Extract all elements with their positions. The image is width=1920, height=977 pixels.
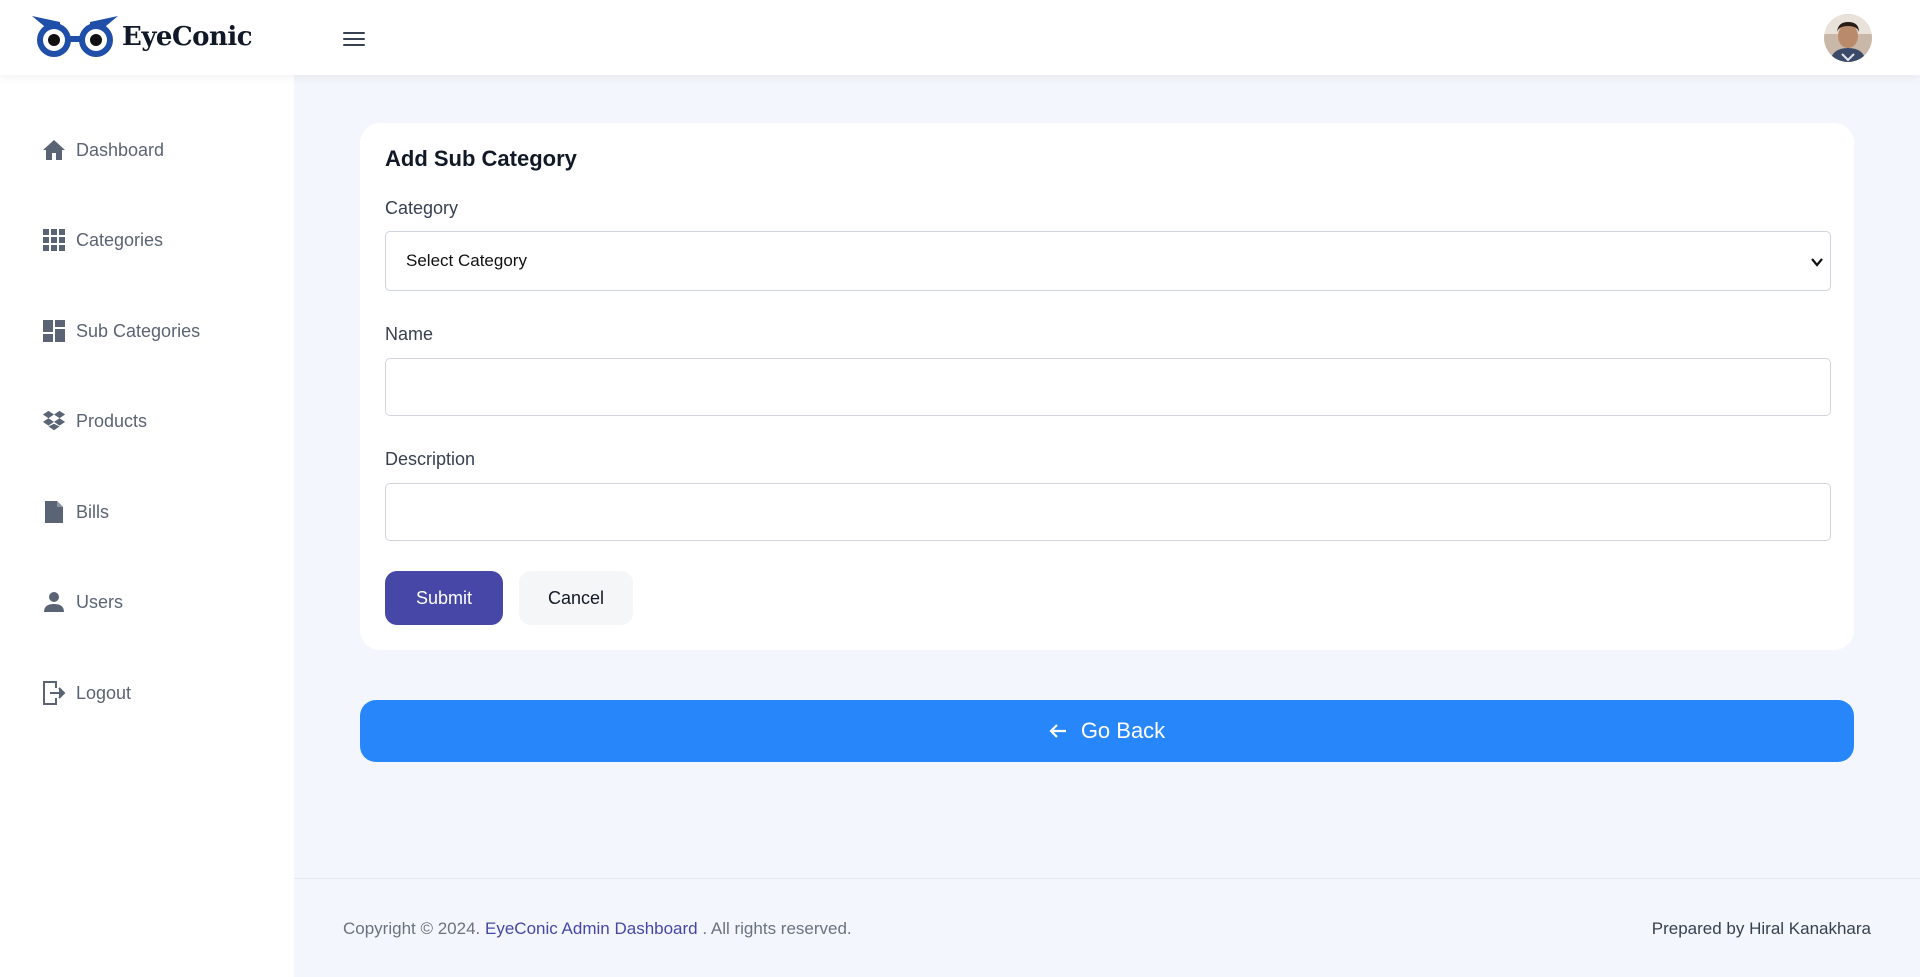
sidebar-item-dashboard[interactable]: Dashboard (42, 135, 164, 165)
go-back-label: Go Back (1080, 718, 1166, 743)
page-title: Add Sub Category (385, 146, 577, 171)
description-label: Description (385, 449, 476, 469)
sidebar-item-logout[interactable]: Logout (42, 678, 131, 708)
description-input[interactable] (385, 483, 1831, 541)
user-icon (42, 590, 66, 614)
sidebar-item-label: Sub Categories (76, 320, 201, 341)
prepared-by-text: Prepared by Hiral Kanakhara (1651, 919, 1871, 938)
top-navbar: EyeConic (0, 0, 1920, 75)
sidebar: Dashboard Categories Sub Categories Prod… (0, 75, 294, 977)
grid-icon (42, 228, 66, 252)
submit-button[interactable]: Submit (385, 571, 503, 625)
sidebar-item-label: Categories (76, 229, 164, 250)
chevron-down-icon (1810, 254, 1824, 274)
sidebar-item-products[interactable]: Products (42, 406, 147, 436)
home-icon (42, 138, 66, 162)
sidebar-item-bills[interactable]: Bills (42, 497, 109, 527)
category-label: Category (385, 198, 459, 218)
footer: Copyright © 2024. EyeConic Admin Dashboa… (294, 878, 1920, 977)
sidebar-item-label: Bills (76, 501, 110, 522)
dashboard-tiles-icon (42, 319, 66, 343)
sidebar-item-label: Users (76, 591, 124, 612)
go-back-button[interactable]: Go Back (360, 700, 1854, 762)
file-icon (42, 500, 66, 524)
arrow-left-icon (1049, 723, 1067, 739)
dashboard-link[interactable]: EyeConic Admin Dashboard (485, 919, 698, 938)
cancel-button[interactable]: Cancel (519, 571, 633, 625)
copyright-text: Copyright © 2024. EyeConic Admin Dashboa… (343, 919, 852, 938)
owl-eyes-logo-icon (32, 16, 118, 57)
brand-name: EyeConic (122, 22, 253, 52)
category-select[interactable]: Select Category (385, 231, 1831, 291)
brand-logo[interactable]: EyeConic (30, 14, 253, 60)
name-label: Name (385, 324, 434, 344)
sidebar-item-label: Dashboard (76, 139, 165, 160)
sidebar-item-label: Logout (76, 682, 132, 703)
add-sub-category-card: Add Sub Category Category Select Categor… (360, 123, 1854, 650)
name-input[interactable] (385, 358, 1831, 416)
sidebar-item-label: Products (76, 410, 148, 431)
sidebar-item-sub-categories[interactable]: Sub Categories (42, 316, 200, 346)
logout-icon (42, 681, 66, 705)
sidebar-item-users[interactable]: Users (42, 587, 123, 617)
user-avatar[interactable] (1824, 14, 1872, 62)
hamburger-menu-icon[interactable] (340, 28, 368, 52)
boxes-icon (42, 409, 66, 433)
sidebar-item-categories[interactable]: Categories (42, 225, 163, 255)
category-select-value: Select Category (406, 251, 527, 270)
